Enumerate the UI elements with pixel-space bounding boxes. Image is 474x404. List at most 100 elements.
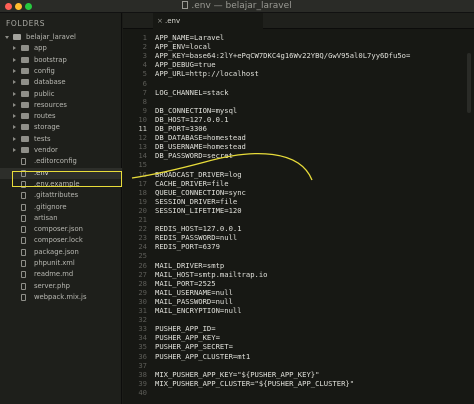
code-line[interactable]: 34 PUSHER_APP_KEY=	[123, 333, 474, 342]
line-text[interactable]: APP_NAME=Laravel	[155, 33, 224, 42]
code-line[interactable]: 30 MAIL_PASSWORD=null	[123, 297, 474, 306]
chevron-right-icon[interactable]	[13, 46, 16, 51]
code-line[interactable]: 31 MAIL_ENCRYPTION=null	[123, 306, 474, 315]
chevron-right-icon[interactable]	[13, 148, 16, 152]
chevron-right-icon[interactable]	[13, 91, 16, 96]
scrollbar[interactable]	[467, 53, 471, 113]
code-line[interactable]: 15	[123, 160, 474, 169]
line-text[interactable]: QUEUE_CONNECTION=sync	[155, 188, 246, 197]
tree-file[interactable]: artisan	[0, 213, 122, 224]
code-line[interactable]: 24 REDIS_PORT=6379	[123, 242, 474, 251]
code-line[interactable]: 38 MIX_PUSHER_APP_KEY="${PUSHER_APP_KEY}"	[123, 370, 474, 379]
code-line[interactable]: 4 APP_DEBUG=true	[123, 60, 474, 69]
code-line[interactable]: 1 APP_NAME=Laravel	[123, 33, 474, 42]
code-line[interactable]: 3 APP_KEY=base64:2lY+ePqCW7DKC4g16Wv22YBQ…	[123, 51, 474, 60]
line-text[interactable]: MAIL_HOST=smtp.mailtrap.io	[155, 270, 268, 279]
line-text[interactable]: MAIL_USERNAME=null	[155, 288, 233, 297]
code-line[interactable]: 17 CACHE_DRIVER=file	[123, 179, 474, 188]
line-text[interactable]: MAIL_PORT=2525	[155, 279, 216, 288]
code-line[interactable]: 20 SESSION_LIFETIME=120	[123, 206, 474, 215]
line-text[interactable]: SESSION_DRIVER=file	[155, 197, 237, 206]
code-line[interactable]: 23 REDIS_PASSWORD=null	[123, 233, 474, 242]
code-line[interactable]: 33 PUSHER_APP_ID=	[123, 324, 474, 333]
code-line[interactable]: 7 LOG_CHANNEL=stack	[123, 88, 474, 97]
tree-file[interactable]: package.json	[0, 247, 122, 258]
chevron-right-icon[interactable]	[13, 114, 16, 119]
line-text[interactable]: MIX_PUSHER_APP_CLUSTER="${PUSHER_APP_CLU…	[155, 379, 354, 388]
tree-folder[interactable]: routes	[0, 111, 122, 122]
line-text[interactable]: DB_CONNECTION=mysql	[155, 106, 237, 115]
tree-folder[interactable]: tests	[0, 134, 122, 145]
line-text[interactable]: DB_DATABASE=homestead	[155, 133, 246, 142]
tree-file[interactable]: .editorconfig	[0, 156, 122, 167]
code-line[interactable]: 22 REDIS_HOST=127.0.0.1	[123, 224, 474, 233]
line-text[interactable]: PUSHER_APP_CLUSTER=mt1	[155, 352, 250, 361]
line-text[interactable]: BROADCAST_DRIVER=log	[155, 170, 242, 179]
tree-file[interactable]: .gitignore	[0, 202, 122, 213]
line-text[interactable]: APP_DEBUG=true	[155, 60, 216, 69]
line-text[interactable]: APP_KEY=base64:2lY+ePqCW7DKC4g16Wv22YBQ/…	[155, 51, 410, 60]
tree-folder[interactable]: bootstrap	[0, 55, 122, 66]
code-line[interactable]: 36 PUSHER_APP_CLUSTER=mt1	[123, 352, 474, 361]
tree-file[interactable]: phpunit.xml	[0, 258, 122, 269]
code-line[interactable]: 28 MAIL_PORT=2525	[123, 279, 474, 288]
code-line[interactable]: 16 BROADCAST_DRIVER=log	[123, 170, 474, 179]
tree-folder[interactable]: app	[0, 43, 122, 54]
tree-folder[interactable]: vendor	[0, 145, 122, 156]
tree-file[interactable]: readme.md	[0, 269, 122, 280]
line-text[interactable]: APP_ENV=local	[155, 42, 211, 51]
code-line[interactable]: 13 DB_USERNAME=homestead	[123, 142, 474, 151]
code-line[interactable]: 40	[123, 388, 474, 397]
chevron-right-icon[interactable]	[13, 80, 16, 85]
tree-file[interactable]: .gitattributes	[0, 190, 122, 201]
line-text[interactable]: LOG_CHANNEL=stack	[155, 88, 229, 97]
chevron-right-icon[interactable]	[13, 125, 16, 130]
line-text[interactable]: PUSHER_APP_SECRET=	[155, 342, 233, 351]
tree-file[interactable]: server.php	[0, 281, 122, 292]
line-text[interactable]: DB_USERNAME=homestead	[155, 142, 246, 151]
tree-root-folder[interactable]: belajar_laravel	[0, 32, 122, 43]
tree-file[interactable]: composer.lock	[0, 235, 122, 246]
editor-pane[interactable]: × .env 1 APP_NAME=Laravel 2 APP_ENV=local 3 A…	[123, 13, 474, 404]
code-line[interactable]: 32	[123, 315, 474, 324]
tree-folder[interactable]: resources	[0, 100, 122, 111]
chevron-right-icon[interactable]	[13, 136, 16, 141]
line-text[interactable]: MAIL_DRIVER=smtp	[155, 261, 224, 270]
code-line[interactable]: 9 DB_CONNECTION=mysql	[123, 106, 474, 115]
code-line[interactable]: 11 DB_PORT=3306	[123, 124, 474, 133]
line-text[interactable]: REDIS_HOST=127.0.0.1	[155, 224, 242, 233]
line-text[interactable]: DB_PASSWORD=secret	[155, 151, 233, 160]
code-line[interactable]: 5 APP_URL=http://localhost	[123, 69, 474, 78]
line-text[interactable]: CACHE_DRIVER=file	[155, 179, 229, 188]
code-line[interactable]: 18 QUEUE_CONNECTION=sync	[123, 188, 474, 197]
code-line[interactable]: 39 MIX_PUSHER_APP_CLUSTER="${PUSHER_APP_C…	[123, 379, 474, 388]
code-line[interactable]: 25	[123, 251, 474, 260]
code-line[interactable]: 12 DB_DATABASE=homestead	[123, 133, 474, 142]
line-text[interactable]: PUSHER_APP_KEY=	[155, 333, 220, 342]
code-area[interactable]: 1 APP_NAME=Laravel 2 APP_ENV=local 3 APP_KEY=…	[123, 33, 474, 404]
line-text[interactable]: DB_PORT=3306	[155, 124, 207, 133]
line-text[interactable]: DB_HOST=127.0.0.1	[155, 115, 229, 124]
code-line[interactable]: 26 MAIL_DRIVER=smtp	[123, 261, 474, 270]
code-line[interactable]: 27 MAIL_HOST=smtp.mailtrap.io	[123, 270, 474, 279]
chevron-down-icon[interactable]	[5, 36, 9, 39]
code-line[interactable]: 8	[123, 97, 474, 106]
code-line[interactable]: 6	[123, 79, 474, 88]
code-line[interactable]: 14 DB_PASSWORD=secret	[123, 151, 474, 160]
line-text[interactable]: REDIS_PORT=6379	[155, 242, 220, 251]
line-text[interactable]: PUSHER_APP_ID=	[155, 324, 216, 333]
tree-folder[interactable]: config	[0, 66, 122, 77]
code-line[interactable]: 37	[123, 361, 474, 370]
line-text[interactable]: MAIL_ENCRYPTION=null	[155, 306, 242, 315]
chevron-right-icon[interactable]	[13, 68, 16, 73]
code-line[interactable]: 19 SESSION_DRIVER=file	[123, 197, 474, 206]
line-text[interactable]: REDIS_PASSWORD=null	[155, 233, 237, 242]
line-text[interactable]: MIX_PUSHER_APP_KEY="${PUSHER_APP_KEY}"	[155, 370, 319, 379]
tree-folder[interactable]: storage	[0, 122, 122, 133]
tree-file[interactable]: composer.json	[0, 224, 122, 235]
code-line[interactable]: 29 MAIL_USERNAME=null	[123, 288, 474, 297]
code-line[interactable]: 21	[123, 215, 474, 224]
code-line[interactable]: 35 PUSHER_APP_SECRET=	[123, 342, 474, 351]
tree-folder[interactable]: public	[0, 89, 122, 100]
code-line[interactable]: 10 DB_HOST=127.0.0.1	[123, 115, 474, 124]
